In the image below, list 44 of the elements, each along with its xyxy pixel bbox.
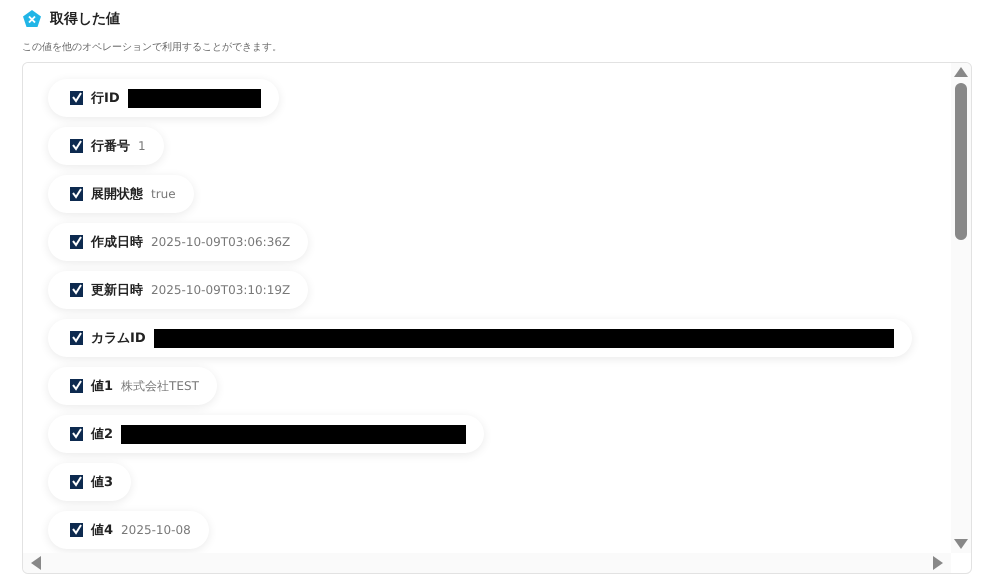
scroll-right-icon[interactable] <box>933 556 943 570</box>
value-label: 値1 <box>91 378 114 395</box>
value-chip[interactable]: 行番号 1 <box>48 127 164 165</box>
value-label: 値3 <box>91 474 114 491</box>
value-label: 値2 <box>91 426 114 443</box>
value-text: 2025-10-08 <box>121 523 191 537</box>
scroll-up-icon[interactable] <box>954 67 968 77</box>
value-chip[interactable]: 展開状態 true <box>48 175 194 213</box>
value-chip[interactable]: 行ID <box>48 79 279 117</box>
value-label: 作成日時 <box>91 234 143 251</box>
scrollbar-thumb[interactable] <box>955 83 967 240</box>
scroll-down-icon[interactable] <box>954 539 968 549</box>
checkbox-checked[interactable] <box>70 475 83 489</box>
checkbox-checked[interactable] <box>70 139 83 153</box>
value-text: true <box>151 187 176 201</box>
scroll-left-icon[interactable] <box>31 556 41 570</box>
x-badge-icon <box>22 9 42 29</box>
value-label: 更新日時 <box>91 282 143 299</box>
value-label: 値4 <box>91 522 114 539</box>
value-chip[interactable]: 値3 <box>48 463 132 501</box>
checkbox-checked[interactable] <box>70 523 83 537</box>
value-label: 行ID <box>91 90 120 107</box>
value-label: 展開状態 <box>91 186 143 203</box>
value-chip[interactable]: 値4 2025-10-08 <box>48 511 209 549</box>
checkbox-checked[interactable] <box>70 427 83 441</box>
value-text: 株式会社TEST <box>121 378 199 394</box>
checkbox-checked[interactable] <box>70 235 83 249</box>
value-text: 2025-10-09T03:10:19Z <box>151 283 290 297</box>
value-label: 行番号 <box>91 138 130 155</box>
value-text: 2025-10-09T03:06:36Z <box>151 235 290 249</box>
value-chip[interactable]: 更新日時 2025-10-09T03:10:19Z <box>48 271 308 309</box>
value-label: カラムID <box>91 330 146 347</box>
value-text: 1 <box>138 139 146 153</box>
checkbox-checked[interactable] <box>70 331 83 345</box>
checkbox-checked[interactable] <box>70 91 83 105</box>
checkbox-checked[interactable] <box>70 187 83 201</box>
value-chip[interactable]: 作成日時 2025-10-09T03:06:36Z <box>48 223 308 261</box>
value-chip[interactable]: 値1 株式会社TEST <box>48 367 217 405</box>
checkbox-checked[interactable] <box>70 379 83 393</box>
value-chip[interactable]: カラムID <box>48 319 912 357</box>
checkbox-checked[interactable] <box>70 283 83 297</box>
section-description: この値を他のオペレーションで利用することができます。 <box>22 40 283 54</box>
section-title: 取得した値 <box>50 10 120 28</box>
value-chip[interactable]: 値2 <box>48 415 484 453</box>
